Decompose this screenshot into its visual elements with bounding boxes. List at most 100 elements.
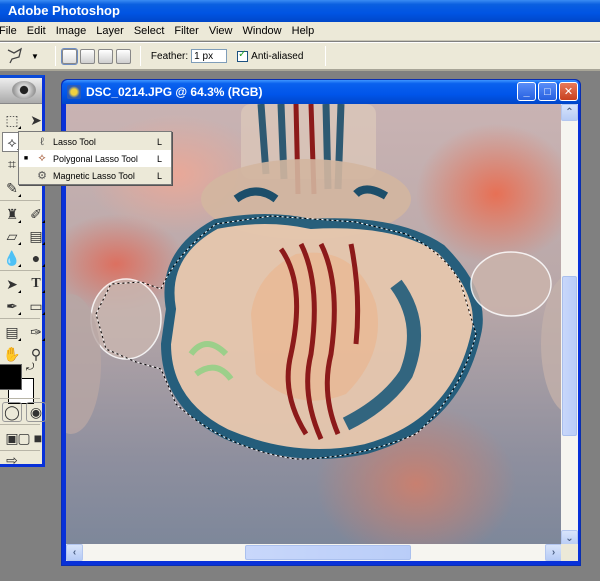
menu-view[interactable]: View <box>204 22 238 41</box>
chevron-down-icon[interactable]: ▼ <box>31 52 39 61</box>
divider <box>325 46 327 66</box>
foreground-color-swatch[interactable] <box>0 364 22 390</box>
chevron-down-icon: ⌄ <box>565 533 574 544</box>
standard-mode-button[interactable]: ◯ <box>2 402 22 422</box>
flyout-item-lasso[interactable]: ℓ Lasso Tool L <box>19 133 171 150</box>
standard-mode-icon: ◯ <box>4 403 20 420</box>
glass-knob-left <box>90 278 162 360</box>
polygonal-lasso-icon <box>7 47 23 64</box>
glass-knob-right <box>470 251 552 317</box>
options-bar: ▼ Feather: Anti-aliased <box>0 42 600 71</box>
gradient-tool[interactable]: ▤ <box>26 226 46 246</box>
chevron-up-icon: ⌃ <box>565 107 574 118</box>
quick-mask-button[interactable]: ◉ <box>26 402 46 422</box>
minimize-icon: _ <box>523 85 530 98</box>
swap-colors-icon[interactable]: ⤾ <box>26 362 34 373</box>
blur-tool[interactable]: 💧 <box>2 248 22 268</box>
menu-help[interactable]: Help <box>287 22 320 41</box>
flyout-shortcut: L <box>157 136 163 147</box>
adobe-online-icon[interactable] <box>12 81 36 99</box>
horizontal-scroll-thumb[interactable] <box>244 545 411 560</box>
history-brush-tool[interactable]: ✐ <box>26 204 46 224</box>
close-icon: ✕ <box>563 85 574 98</box>
anti-aliased-checkbox[interactable] <box>237 49 249 62</box>
menu-bar: File Edit Image Layer Select Filter View… <box>0 22 600 41</box>
menu-filter[interactable]: Filter <box>169 22 203 41</box>
divider <box>139 46 141 66</box>
subtract-from-selection-button[interactable] <box>97 48 113 64</box>
magnetic-lasso-icon: ⚙ <box>37 170 47 182</box>
menu-layer[interactable]: Layer <box>91 22 129 41</box>
menu-image[interactable]: Image <box>51 22 92 41</box>
menu-window[interactable]: Window <box>238 22 287 41</box>
scroll-up-button[interactable]: ⌃ <box>561 104 578 121</box>
marquee-icon: ⬚ <box>5 111 19 128</box>
stamp-icon: ♜ <box>5 205 19 222</box>
marquee-tool[interactable]: ⬚ <box>2 110 22 130</box>
eraser-tool[interactable]: ▱ <box>2 226 22 246</box>
horizontal-scrollbar[interactable]: ‹ › <box>66 544 562 561</box>
hand-tool[interactable]: ✋ <box>2 344 22 364</box>
lasso-tool-flyout: ℓ Lasso Tool L ■ ⟡ Polygonal Lasso Tool … <box>18 131 172 185</box>
jump-to-imageready-button[interactable]: ⇨ <box>2 450 22 470</box>
dodge-tool[interactable]: ● <box>26 248 46 268</box>
type-icon: T <box>31 276 41 291</box>
flyout-item-polygonal-lasso[interactable]: ■ ⟡ Polygonal Lasso Tool L <box>19 150 171 167</box>
document-title: DSC_0214.JPG @ 64.3% (RGB) <box>86 85 263 99</box>
zoom-tool[interactable]: ⚲ <box>26 344 46 364</box>
close-button[interactable]: ✕ <box>559 82 578 101</box>
polygonal-lasso-icon: ⟡ <box>38 152 46 164</box>
document-icon <box>67 85 81 99</box>
flyout-item-magnetic-lasso[interactable]: ⚙ Magnetic Lasso Tool L <box>19 167 171 184</box>
clone-stamp-tool[interactable]: ♜ <box>2 204 22 224</box>
menu-file[interactable]: File <box>0 22 22 41</box>
toolbox-header[interactable] <box>0 78 42 104</box>
scroll-left-button[interactable]: ‹ <box>66 544 83 561</box>
eyedropper-icon: ✑ <box>30 323 42 340</box>
arrow-icon: ➤ <box>6 275 18 292</box>
feather-label: Feather: <box>150 50 189 62</box>
quick-mask-icon: ◉ <box>29 403 43 420</box>
path-selection-tool[interactable]: ➤ <box>2 274 22 294</box>
document-title-bar[interactable]: DSC_0214.JPG @ 64.3% (RGB) _ □ ✕ <box>62 80 580 104</box>
menu-select[interactable]: Select <box>129 22 170 41</box>
eraser-icon: ▱ <box>6 227 18 244</box>
maximize-button[interactable]: □ <box>538 82 557 101</box>
imageready-icon: ⇨ <box>6 451 18 468</box>
type-tool[interactable]: T <box>26 274 46 294</box>
chevron-right-icon: › <box>551 547 556 558</box>
pen-tool[interactable]: ✒ <box>2 296 22 316</box>
move-icon: ➤ <box>30 111 42 128</box>
feather-input[interactable] <box>191 49 228 63</box>
app-title: Adobe Photoshop <box>8 3 120 18</box>
rectangle-icon: ▭ <box>29 297 43 314</box>
dodge-icon: ● <box>31 250 41 266</box>
screen-mode-icon: ■ <box>33 430 43 446</box>
new-selection-button[interactable] <box>60 47 78 65</box>
intersect-selection-button[interactable] <box>115 48 131 64</box>
move-tool[interactable]: ➤ <box>26 110 46 130</box>
fullscreen-mode[interactable]: ■ <box>28 428 48 448</box>
menu-edit[interactable]: Edit <box>22 22 51 41</box>
flyout-item-label: Magnetic Lasso Tool <box>53 170 135 181</box>
lasso-icon: ℓ <box>40 135 44 148</box>
tool-preset-picker[interactable] <box>5 45 27 67</box>
maximize-icon: □ <box>544 85 551 98</box>
divider <box>0 200 40 201</box>
divider <box>0 398 40 399</box>
anti-aliased-label: Anti-aliased <box>251 50 304 62</box>
vertical-scroll-thumb[interactable] <box>562 276 577 436</box>
divider <box>0 318 40 319</box>
pen-icon: ✒ <box>6 297 18 314</box>
divider <box>0 270 40 271</box>
minimize-button[interactable]: _ <box>517 82 536 101</box>
flyout-shortcut: L <box>157 153 163 164</box>
scroll-right-button[interactable]: › <box>545 544 562 561</box>
add-to-selection-button[interactable] <box>79 48 95 64</box>
notes-tool[interactable]: ▤ <box>2 322 22 342</box>
vertical-scrollbar[interactable]: ⌃ ⌄ <box>561 104 578 547</box>
chevron-left-icon: ‹ <box>72 547 77 558</box>
shape-tool[interactable]: ▭ <box>26 296 46 316</box>
eyedropper-tool[interactable]: ✑ <box>26 322 46 342</box>
resize-grip[interactable] <box>561 544 578 561</box>
